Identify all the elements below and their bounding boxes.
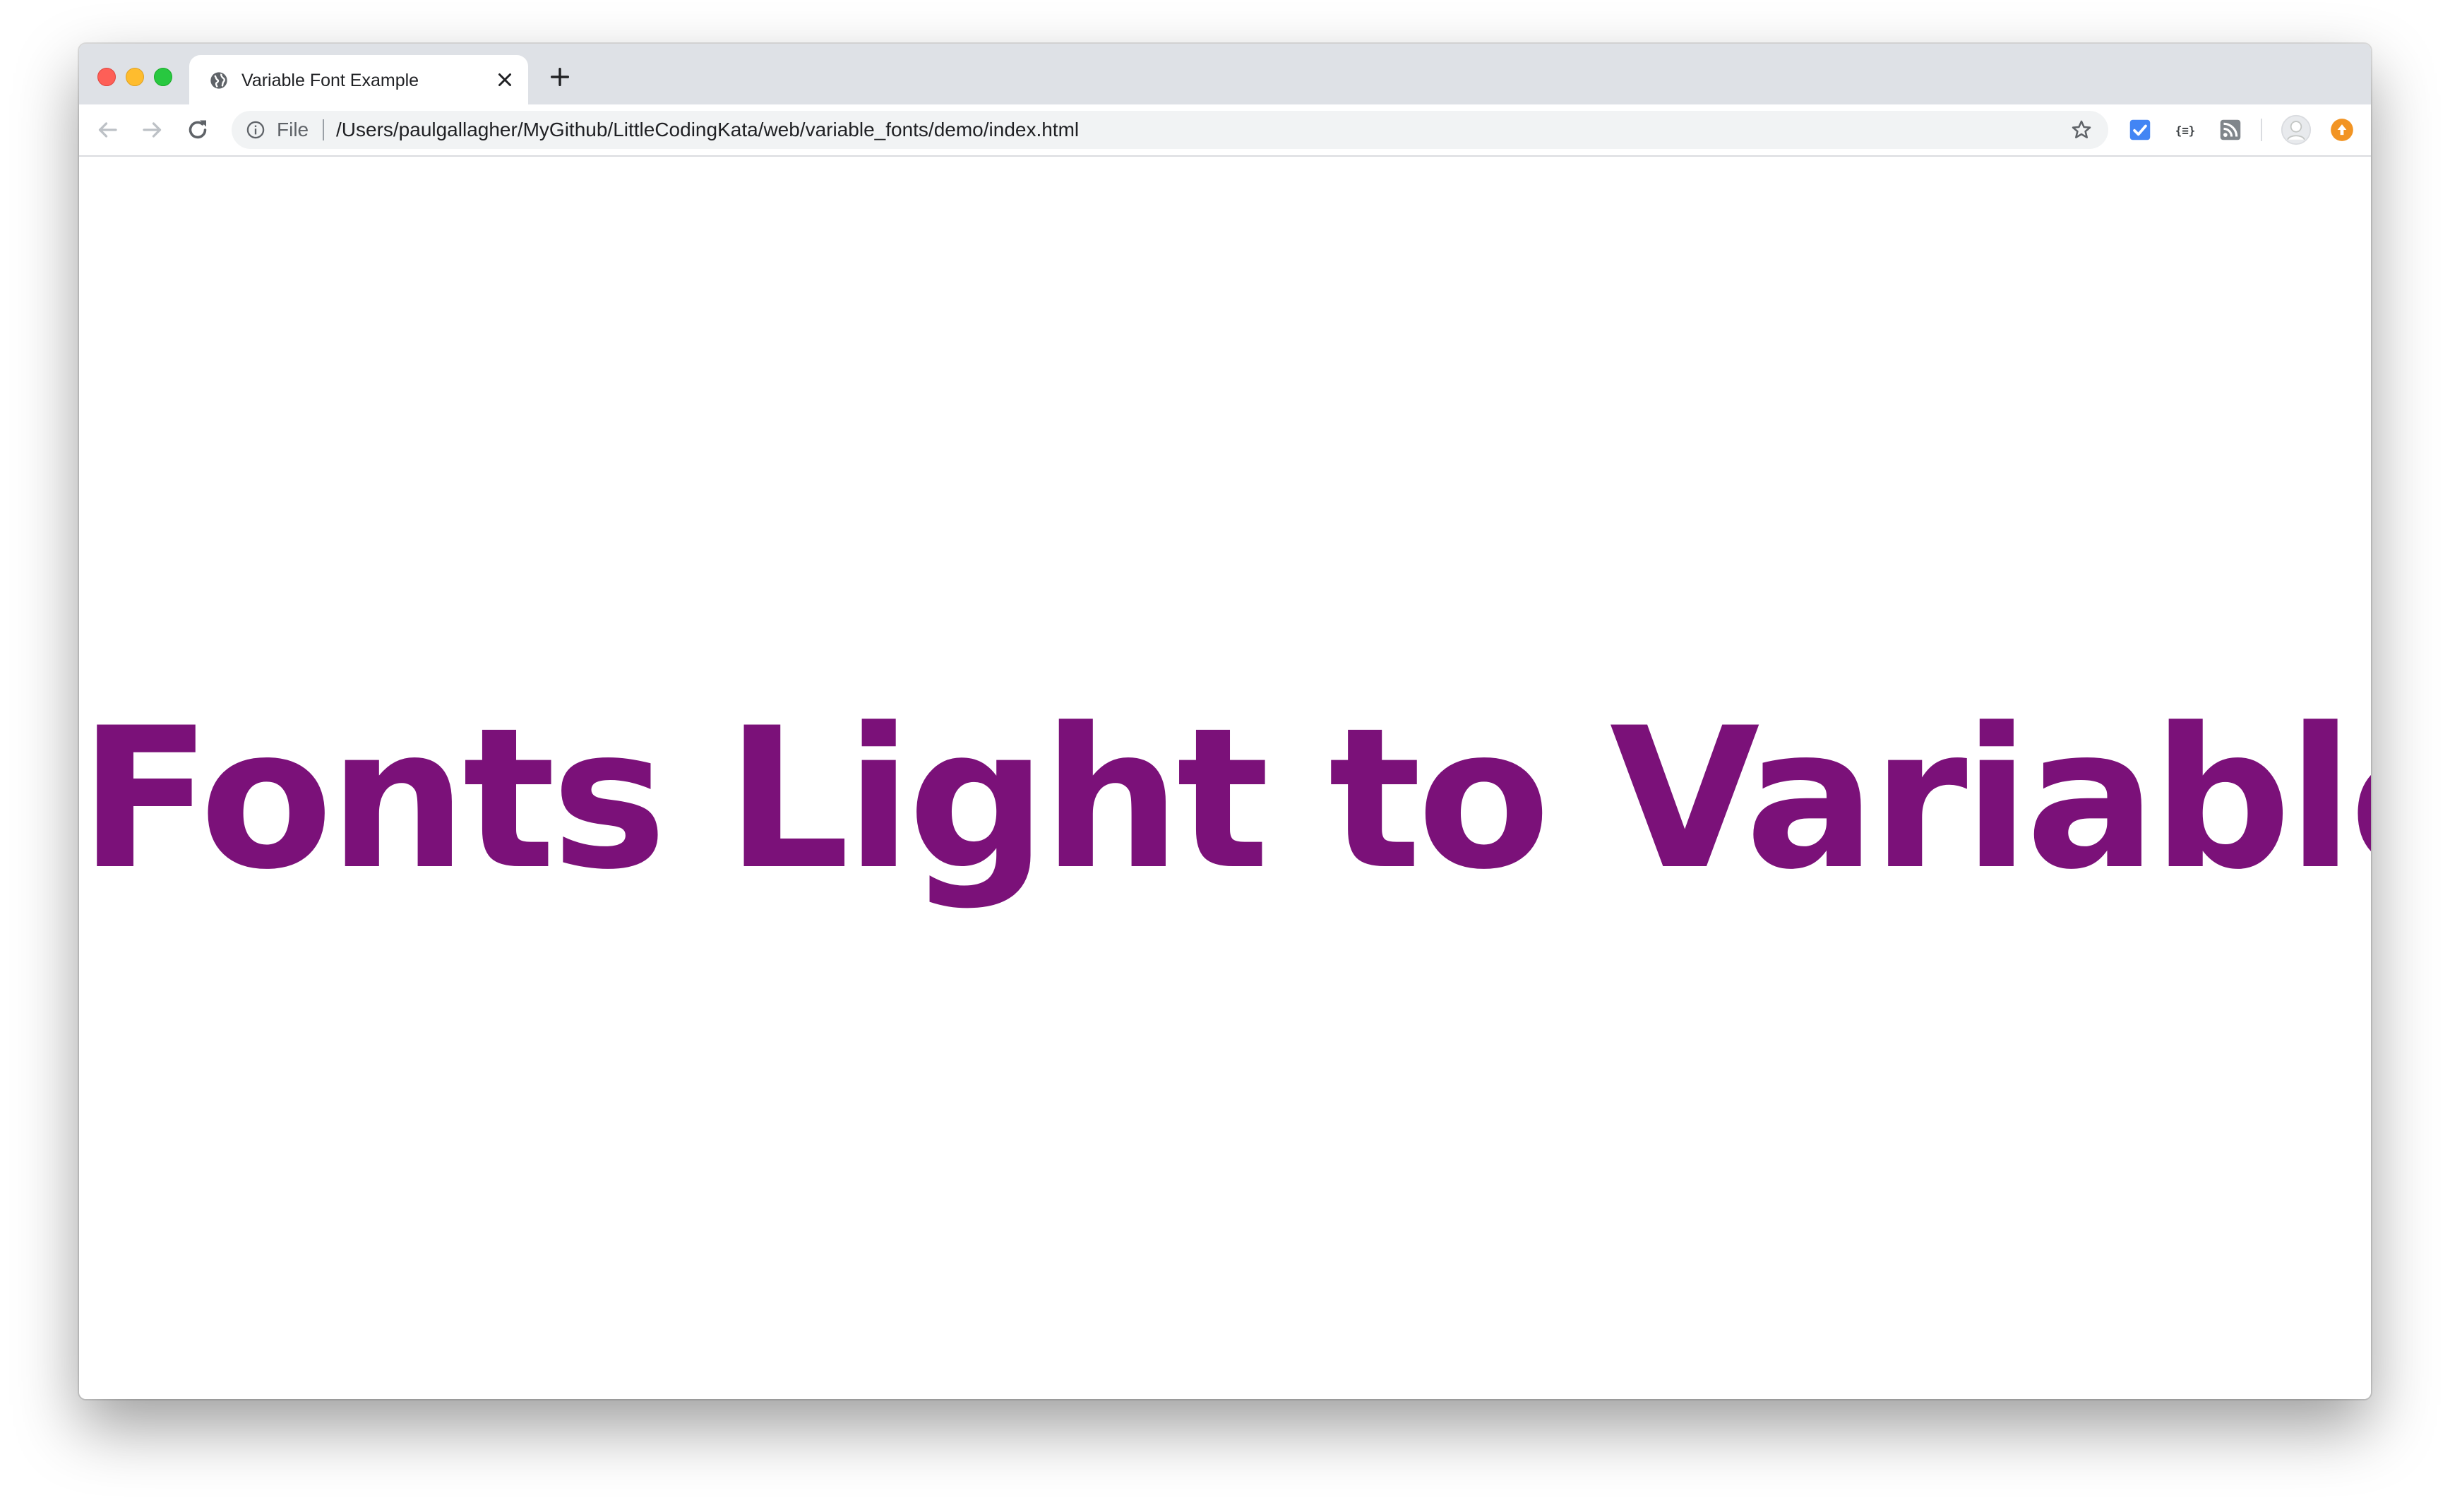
update-badge-icon[interactable] xyxy=(2329,116,2355,143)
browser-toolbar: File /Users/paulgallagher/MyGithub/Littl… xyxy=(79,104,2371,157)
window-minimize-button[interactable] xyxy=(126,68,144,86)
rss-feed-icon[interactable] xyxy=(2217,116,2244,143)
back-arrow-icon[interactable] xyxy=(95,117,120,143)
svg-text:{≡}: {≡} xyxy=(2175,124,2196,137)
bookmark-star-icon[interactable] xyxy=(2070,119,2093,141)
omnibox-separator xyxy=(323,119,324,140)
json-formatter-icon[interactable]: {≡} xyxy=(2172,116,2199,143)
address-bar[interactable]: File /Users/paulgallagher/MyGithub/Littl… xyxy=(232,111,2108,149)
url-text[interactable]: /Users/paulgallagher/MyGithub/LittleCodi… xyxy=(336,116,1079,143)
tab-close-icon[interactable] xyxy=(494,69,515,90)
new-tab-plus-icon[interactable] xyxy=(548,65,572,89)
info-icon[interactable] xyxy=(246,120,265,140)
tab-variable-font-example[interactable]: Variable Font Example xyxy=(189,55,528,104)
window-zoom-button[interactable] xyxy=(154,68,172,86)
toolbar-divider xyxy=(2261,119,2262,141)
window-close-button[interactable] xyxy=(97,68,116,86)
forward-arrow-icon[interactable] xyxy=(140,117,165,143)
tab-strip: Variable Font Example xyxy=(79,44,2371,104)
browser-window: Variable Font Example File /Users/paulga… xyxy=(79,44,2371,1399)
checklist-extension-icon[interactable] xyxy=(2127,116,2153,143)
page-headline: Fonts Light to Variable xyxy=(79,686,2371,912)
scheme-label: File xyxy=(277,119,309,140)
page-content: Fonts Light to Variable xyxy=(79,157,2371,1399)
tab-title: Variable Font Example xyxy=(241,71,419,90)
profile-avatar-icon[interactable] xyxy=(2281,114,2312,145)
reload-icon[interactable] xyxy=(185,117,210,143)
globe-icon xyxy=(210,72,227,89)
